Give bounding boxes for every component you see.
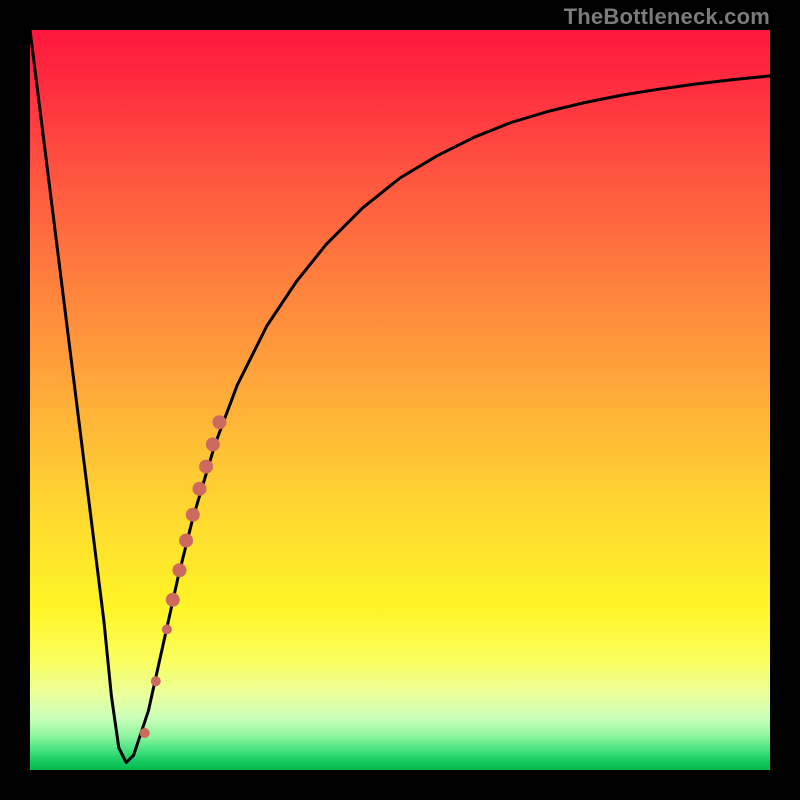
data-marker (173, 563, 187, 577)
data-marker (166, 593, 180, 607)
data-marker (199, 460, 213, 474)
data-marker (162, 624, 172, 634)
data-marker (179, 534, 193, 548)
data-marker (186, 508, 200, 522)
data-marker (206, 437, 220, 451)
data-marker (212, 415, 226, 429)
curve-svg (30, 30, 770, 770)
data-marker (193, 482, 207, 496)
data-marker (151, 676, 161, 686)
watermark-text: TheBottleneck.com (564, 4, 770, 30)
chart-frame: TheBottleneck.com (0, 0, 800, 800)
plot-area (30, 30, 770, 770)
bottleneck-curve (30, 30, 770, 763)
data-marker (140, 728, 150, 738)
